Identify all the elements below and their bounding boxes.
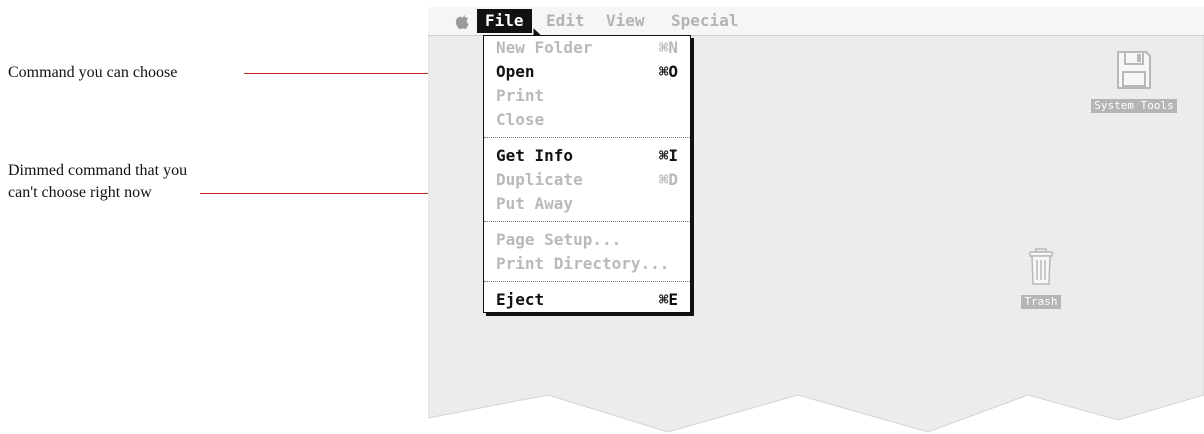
trash-icon: [1029, 248, 1053, 285]
floppy-disk-icon: [1117, 51, 1151, 89]
menu-item-label: Print: [496, 86, 545, 105]
system-tools-label: System Tools: [1091, 99, 1177, 113]
menu-separator: [484, 221, 690, 222]
menu-item-new-folder: New Folder ⌘N: [484, 36, 690, 60]
menu-item-print: Print: [484, 84, 690, 108]
menu-item-print-directory: Print Directory...: [484, 252, 690, 276]
menu-item-shortcut: ⌘E: [658, 290, 678, 309]
menu-item-label: Get Info: [496, 146, 574, 165]
callout-line-1: Command you can choose: [8, 64, 178, 81]
menu-item-open[interactable]: Open ⌘O: [484, 60, 690, 84]
menu-separator: [484, 137, 690, 138]
menu-item-eject[interactable]: Eject ⌘E: [484, 288, 690, 312]
menu-item-label: Page Setup...: [496, 230, 622, 249]
menu-item-shortcut: ⌘D: [658, 170, 678, 189]
menu-file[interactable]: File: [477, 9, 532, 33]
menu-item-shortcut: ⌘N: [658, 38, 678, 57]
menu-item-label: Duplicate: [496, 170, 583, 189]
menu-item-label: Eject: [496, 290, 545, 309]
callout-line-2: can't choose right now: [8, 184, 152, 201]
trash[interactable]: Trash: [1016, 248, 1066, 309]
menu-edit[interactable]: Edit: [546, 11, 585, 31]
menu-item-label: Put Away: [496, 194, 574, 213]
menu-item-get-info[interactable]: Get Info ⌘I: [484, 144, 690, 168]
menu-separator: [484, 281, 690, 282]
apple-icon[interactable]: [454, 13, 470, 31]
system-tools-disk[interactable]: System Tools: [1078, 50, 1190, 113]
menu-item-label: Open: [496, 62, 535, 81]
menu-item-shortcut: ⌘O: [658, 62, 678, 81]
menu-item-put-away: Put Away: [484, 192, 690, 216]
menu-item-close: Close: [484, 108, 690, 132]
menu-item-label: New Folder: [496, 38, 593, 57]
callout-dimmed-command: Dimmed command that you can't choose rig…: [8, 160, 187, 204]
desktop-screen: File Edit View Special New Folder ⌘N Ope…: [428, 0, 1204, 434]
menu-view[interactable]: View: [606, 11, 645, 31]
callout-line-1: Dimmed command that you: [8, 162, 188, 179]
callout-command-you-can-choose: Command you can choose: [8, 62, 177, 84]
menu-item-label: Print Directory...: [496, 254, 670, 273]
menu-item-duplicate: Duplicate ⌘D: [484, 168, 690, 192]
menu-item-shortcut: ⌘I: [658, 146, 678, 165]
trash-label: Trash: [1021, 295, 1061, 309]
menu-item-label: Close: [496, 110, 545, 129]
menu-item-page-setup: Page Setup...: [484, 228, 690, 252]
file-menu-dropdown: New Folder ⌘N Open ⌘O Print Close Get In…: [483, 35, 691, 313]
menu-special[interactable]: Special: [671, 11, 738, 31]
